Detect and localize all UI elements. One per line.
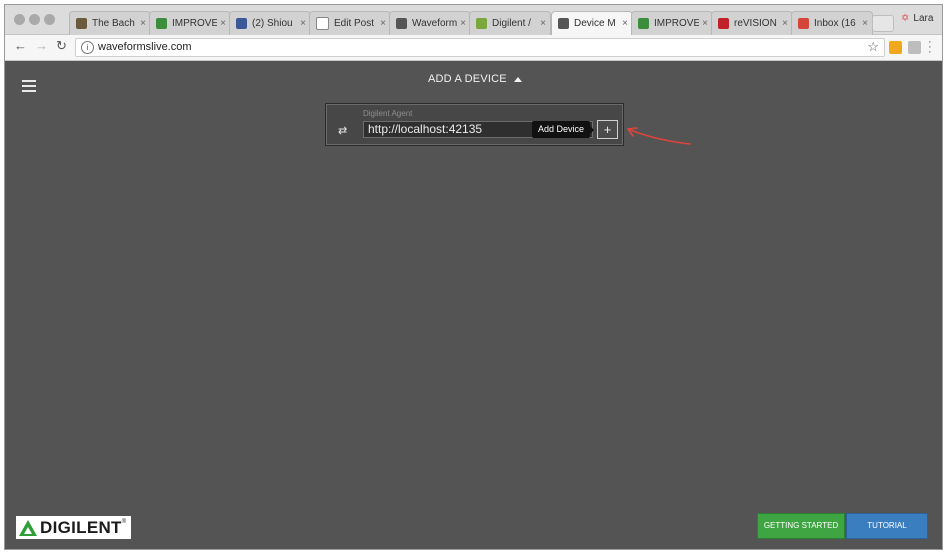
getting-started-button[interactable]: GETTING STARTED bbox=[757, 513, 845, 539]
profile-button[interactable]: ✡ Lara bbox=[901, 13, 933, 24]
extension-gray-icon[interactable] bbox=[908, 41, 921, 54]
add-device-tooltip: Add Device bbox=[532, 121, 595, 138]
connection-swap-icon[interactable]: ⇄ bbox=[338, 124, 347, 137]
digilent-logo-mark bbox=[19, 519, 37, 536]
info-icon[interactable]: i bbox=[81, 41, 94, 54]
agent-label: Digilent Agent bbox=[363, 109, 413, 118]
annotation-arrow bbox=[627, 127, 691, 145]
logo-registered-mark: ® bbox=[121, 519, 127, 525]
browser-tab[interactable]: IMPROVE × bbox=[631, 11, 713, 35]
browser-tab[interactable]: (2) Shiou × bbox=[229, 11, 311, 35]
back-arrow-icon[interactable]: ← bbox=[14, 38, 27, 53]
url-field[interactable]: i waveformslive.com ☆ bbox=[75, 38, 885, 57]
facebook-icon bbox=[236, 18, 247, 29]
tab-title: Inbox (16 bbox=[814, 18, 856, 29]
tab-title: The Bach bbox=[92, 18, 135, 29]
tutorial-button[interactable]: TUTORIAL bbox=[846, 513, 928, 539]
tab-title: IMPROVE bbox=[654, 18, 700, 29]
profile-name: Lara bbox=[913, 13, 934, 24]
tab-close-icon[interactable]: × bbox=[300, 18, 306, 29]
add-device-toggle[interactable]: ADD A DEVICE bbox=[428, 73, 522, 85]
browser-tab[interactable]: The Bach × bbox=[69, 11, 151, 35]
extension-orange-icon[interactable] bbox=[889, 41, 902, 54]
caret-up-icon bbox=[513, 76, 522, 82]
forward-arrow-icon[interactable]: → bbox=[35, 38, 48, 53]
digilent-leaf-icon bbox=[476, 18, 487, 29]
tab-title: reVISION bbox=[734, 18, 777, 29]
window-close-dot[interactable] bbox=[14, 14, 25, 25]
digilent-logo: DIGILENT ® bbox=[16, 516, 132, 539]
tab-title: Device M bbox=[574, 18, 616, 29]
tab-strip: The Bach × IMPROVE × (2) Shiou × Edit Post × Wav… bbox=[5, 5, 942, 35]
tab-title: Edit Post bbox=[334, 18, 375, 29]
tab-close-icon[interactable]: × bbox=[782, 18, 788, 29]
tab-close-icon[interactable]: × bbox=[622, 18, 628, 29]
profile-icon: ✡ bbox=[901, 13, 910, 24]
tab-close-icon[interactable]: × bbox=[460, 18, 466, 29]
waveforms-icon bbox=[558, 18, 569, 29]
waveforms-icon bbox=[396, 18, 407, 29]
tab-title: Waveform bbox=[412, 18, 458, 29]
page-icon bbox=[316, 17, 329, 30]
window-zoom-dot[interactable] bbox=[44, 14, 55, 25]
browser-tab[interactable]: Edit Post × bbox=[309, 11, 391, 35]
tab-close-icon[interactable]: × bbox=[702, 18, 708, 29]
address-bar: ← → ↻ i waveformslive.com ☆ · · · bbox=[5, 35, 942, 61]
tab-close-icon[interactable]: × bbox=[140, 18, 146, 29]
browser-tab[interactable]: Waveform × bbox=[389, 11, 471, 35]
browser-tab[interactable]: IMPROVE × bbox=[149, 11, 231, 35]
tab-close-icon[interactable]: × bbox=[220, 18, 226, 29]
browser-tab[interactable]: Device M × bbox=[551, 11, 633, 35]
tab-title: (2) Shiou bbox=[252, 18, 293, 29]
xilinx-icon bbox=[718, 18, 729, 29]
bookmark-star-icon[interactable]: ☆ bbox=[867, 39, 879, 55]
tab-close-icon[interactable]: × bbox=[540, 18, 546, 29]
tab-close-icon[interactable]: × bbox=[380, 18, 386, 29]
browser-tab[interactable]: Inbox (16 × bbox=[791, 11, 873, 35]
tab-title: Digilent / bbox=[492, 18, 531, 29]
bachelor-icon bbox=[76, 18, 87, 29]
new-tab-button[interactable] bbox=[872, 15, 894, 32]
logo-text: DIGILENT bbox=[40, 517, 122, 537]
tab-title: IMPROVE bbox=[172, 18, 218, 29]
window-minimize-dot[interactable] bbox=[29, 14, 40, 25]
tab-close-icon[interactable]: × bbox=[862, 18, 868, 29]
hamburger-menu-icon[interactable] bbox=[22, 80, 36, 95]
browser-tab[interactable]: Digilent / × bbox=[469, 11, 551, 35]
url-text[interactable]: waveformslive.com bbox=[98, 41, 192, 53]
browser-tab[interactable]: reVISION × bbox=[711, 11, 793, 35]
heart-icon bbox=[156, 18, 167, 29]
gmail-icon bbox=[798, 18, 809, 29]
browser-menu-icon[interactable]: · · · bbox=[928, 37, 932, 58]
add-device-panel: Digilent Agent ⇄ http://localhost:42135 … bbox=[325, 103, 624, 146]
heart-icon bbox=[638, 18, 649, 29]
browser-window: The Bach × IMPROVE × (2) Shiou × Edit Post × Wav… bbox=[4, 4, 943, 550]
add-device-button[interactable]: + bbox=[597, 120, 618, 139]
add-device-title: ADD A DEVICE bbox=[428, 73, 507, 85]
app-canvas: ADD A DEVICE Digilent Agent ⇄ http://loc… bbox=[5, 61, 942, 549]
reload-icon[interactable]: ↻ bbox=[56, 38, 67, 54]
